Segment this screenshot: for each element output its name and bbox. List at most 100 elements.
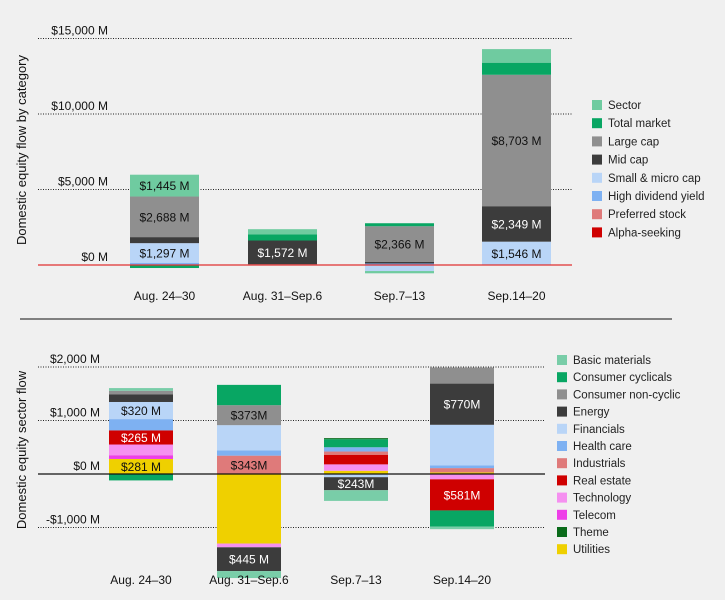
legend-label: Health care bbox=[573, 441, 632, 453]
category-flow-chart: $0 M $5,000 M $10,000 M $15,000 M Domestic e… bbox=[14, 24, 705, 304]
bar-segment bbox=[217, 543, 281, 548]
x-tick-label: Sep.14–20 bbox=[433, 573, 491, 587]
bar-segment bbox=[217, 384, 281, 406]
bar-segment bbox=[217, 425, 281, 451]
bar-segment bbox=[217, 474, 281, 544]
bar-segment bbox=[430, 424, 494, 466]
legend-swatch bbox=[557, 441, 567, 451]
y-axis-label: Domestic equity flow by category bbox=[14, 54, 29, 245]
legend-label: Utilities bbox=[573, 544, 610, 556]
y-tick-label: $15,000 M bbox=[51, 24, 108, 38]
bar-segment bbox=[430, 510, 494, 527]
legend-swatch bbox=[557, 423, 567, 434]
x-tick-label: Aug. 24–30 bbox=[134, 289, 196, 303]
legend-label: Consumer non-cyclic bbox=[573, 389, 681, 401]
bar-segment bbox=[324, 454, 388, 465]
bar-segment bbox=[324, 447, 388, 452]
legend-label: Consumer cyclicals bbox=[573, 372, 672, 384]
bar-segment bbox=[109, 388, 173, 391]
bar-segment bbox=[109, 444, 173, 456]
x-tick-label: Sep.14–20 bbox=[487, 289, 545, 303]
legend-swatch bbox=[557, 406, 567, 417]
sector-flow-chart: -$1,000 M $0 M $1,000 M $2,000 M Domestic eq… bbox=[14, 352, 681, 587]
equity-flow-charts: $0 M $5,000 M $10,000 M $15,000 M Domestic e… bbox=[14, 24, 705, 588]
legend-swatch bbox=[592, 118, 602, 129]
y-tick-label: $1,000 M bbox=[50, 406, 100, 420]
y-tick-label: $5,000 M bbox=[58, 175, 108, 189]
x-tick-label: Aug. 24–30 bbox=[110, 573, 172, 587]
bar-segment bbox=[248, 234, 317, 241]
legend-swatch bbox=[557, 527, 567, 537]
legend-swatch bbox=[557, 372, 567, 383]
legend-swatch bbox=[592, 136, 602, 147]
data-label: $373M bbox=[231, 409, 268, 423]
bar-segment bbox=[365, 265, 434, 272]
legend-label: Mid cap bbox=[608, 155, 648, 167]
data-label: $581M bbox=[444, 488, 481, 502]
y-axis-label: Domestic equity sector flow bbox=[14, 370, 29, 529]
data-label: $343M bbox=[231, 458, 268, 472]
legend-swatch bbox=[557, 509, 567, 520]
x-tick-label: Aug. 31–Sep.6 bbox=[209, 573, 289, 587]
legend-label: Real estate bbox=[573, 475, 631, 487]
legend-swatch bbox=[592, 100, 602, 110]
legend-label: Telecom bbox=[573, 510, 616, 522]
legend-label: Small & micro cap bbox=[608, 173, 701, 185]
legend-swatch bbox=[592, 209, 602, 220]
legend-label: Financials bbox=[573, 424, 625, 436]
y-tick-label: $0 M bbox=[81, 250, 108, 264]
x-tick-label: Aug. 31–Sep.6 bbox=[243, 289, 323, 303]
legend-swatch bbox=[557, 389, 567, 400]
legend-swatch bbox=[557, 458, 567, 469]
bar-segment bbox=[324, 490, 388, 501]
bar-segment bbox=[430, 465, 494, 469]
bar-segment bbox=[430, 526, 494, 530]
legend-label: Preferred stock bbox=[608, 209, 686, 221]
legend-swatch bbox=[592, 227, 602, 238]
y-tick-label: $2,000 M bbox=[50, 352, 100, 366]
bar-segment bbox=[324, 439, 388, 448]
y-tick-label: $10,000 M bbox=[51, 99, 108, 113]
bar-segment bbox=[482, 62, 551, 75]
bar-segment bbox=[324, 438, 388, 440]
legend-swatch bbox=[557, 355, 567, 365]
bar-segment bbox=[430, 367, 494, 384]
bar-segment bbox=[482, 49, 551, 63]
bar-segment bbox=[248, 229, 317, 235]
bar-segment bbox=[109, 390, 173, 395]
data-label: $281 M bbox=[121, 460, 161, 474]
bar-segment bbox=[324, 451, 388, 455]
bar-segment bbox=[430, 474, 494, 480]
legend-label: High dividend yield bbox=[608, 191, 705, 203]
x-tick-label: Sep.7–13 bbox=[374, 289, 426, 303]
bar-segment bbox=[109, 455, 173, 459]
legend-label: Alpha-seeking bbox=[608, 227, 681, 239]
bar-segment bbox=[430, 468, 494, 473]
bar-segment bbox=[109, 474, 173, 481]
legend-label: Sector bbox=[608, 100, 641, 112]
bar-segment bbox=[365, 223, 434, 227]
data-label: $1,572 M bbox=[257, 246, 307, 260]
legend-swatch bbox=[557, 475, 567, 486]
data-label: $8,703 M bbox=[491, 134, 541, 148]
bar-segment bbox=[324, 464, 388, 471]
legend-label: Large cap bbox=[608, 136, 659, 148]
legend-label: Total market bbox=[608, 118, 671, 130]
legend-label: Energy bbox=[573, 407, 610, 419]
data-label: $2,349 M bbox=[491, 217, 541, 231]
legend-swatch bbox=[557, 544, 567, 555]
data-label: $445 M bbox=[229, 553, 269, 567]
y-tick-label: $0 M bbox=[73, 459, 100, 473]
data-label: $2,366 M bbox=[374, 238, 424, 252]
x-tick-label: Sep.7–13 bbox=[330, 573, 382, 587]
data-label: $2,688 M bbox=[139, 210, 189, 224]
legend-swatch bbox=[592, 154, 602, 165]
bar-segment bbox=[365, 271, 434, 274]
bar-segment bbox=[217, 450, 281, 456]
data-label: $243M bbox=[338, 477, 375, 491]
bar-segment bbox=[365, 261, 434, 264]
data-label: $1,297 M bbox=[139, 246, 189, 260]
y-tick-label: -$1,000 M bbox=[46, 513, 100, 527]
legend-swatch bbox=[557, 492, 567, 503]
legend-label: Theme bbox=[573, 527, 609, 539]
